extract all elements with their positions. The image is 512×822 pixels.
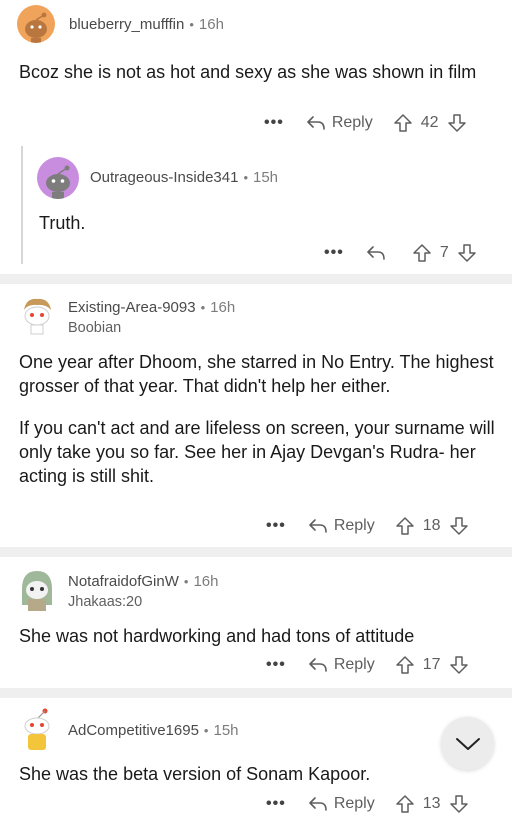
comment-author[interactable]: Existing-Area-9093 (68, 299, 196, 316)
comment-1: blueberry_mufffin • 16h Bcoz she is not … (0, 0, 512, 145)
vote-count: 7 (439, 244, 449, 261)
comment-3: Existing-Area-9093 • 16h Boobian One yea… (0, 284, 512, 546)
reply-label: Reply (331, 114, 373, 131)
yellow-shirt-snoo-avatar[interactable] (16, 706, 58, 752)
downvote-icon[interactable] (449, 794, 469, 814)
comment-time: 15h (213, 722, 239, 739)
comment-actions: ••• Reply 18 (266, 516, 469, 536)
reply-label: Reply (333, 656, 375, 673)
downvote-icon[interactable] (449, 655, 469, 675)
reply-arrow-icon (307, 116, 325, 130)
reply-button[interactable] (366, 244, 392, 262)
comment-author[interactable]: NotafraidofGinW (68, 573, 179, 590)
comment-paragraph: Bcoz she is not as hot and sexy as she w… (19, 62, 477, 82)
reply-arrow-icon (309, 519, 327, 533)
chevron-down-icon (455, 737, 480, 750)
separator-dot: • (200, 300, 206, 315)
downvote-icon[interactable] (457, 243, 477, 263)
comment-actions: ••• Reply 17 (266, 655, 469, 675)
comment-body: She was the beta version of Sonam Kapoor… (19, 762, 439, 786)
comment-separator (0, 688, 512, 698)
reply-button[interactable]: Reply (308, 656, 375, 674)
separator-dot: • (243, 170, 248, 185)
vote-controls: 42 (393, 113, 467, 133)
upvote-icon[interactable] (393, 113, 413, 133)
more-options-button[interactable]: ••• (324, 244, 344, 262)
comment-actions: ••• Reply 42 (264, 113, 467, 133)
more-options-button[interactable]: ••• (264, 114, 284, 132)
vote-controls: 18 (395, 516, 469, 536)
comment-paragraph: One year after Dhoom, she starred in No … (19, 352, 494, 396)
comment-paragraph: She was the beta version of Sonam Kapoor… (19, 764, 371, 784)
comment-author[interactable]: AdCompetitive1695 (68, 722, 199, 739)
comment-author[interactable]: Outrageous-Inside341 (90, 169, 238, 186)
separator-dot: • (203, 723, 209, 738)
comment-body: One year after Dhoom, she starred in No … (19, 350, 499, 488)
comment-time: 16h (193, 573, 219, 590)
comment-actions: ••• Reply 13 (266, 794, 469, 814)
comment-body: Truth. (39, 211, 489, 235)
user-flair: Boobian (68, 320, 122, 336)
comment-paragraph: She was not hardworking and had tons of … (19, 626, 415, 646)
vote-count: 42 (420, 114, 439, 131)
snoo-icon (24, 708, 50, 750)
comment-time: 15h (253, 169, 279, 186)
snoo-icon (25, 12, 47, 43)
comment-2: Outrageous-Inside341 • 15h Truth. ••• 7 (0, 145, 512, 275)
more-options-button[interactable]: ••• (266, 795, 286, 813)
comment-author[interactable]: blueberry_mufffin (69, 16, 184, 33)
snoo-icon (24, 298, 51, 335)
scroll-down-button[interactable] (441, 717, 494, 770)
snoo-icon (46, 165, 70, 199)
comment-paragraph: If you can't act and are lifeless on scr… (19, 418, 495, 486)
vote-count: 17 (422, 656, 441, 673)
comment-separator (0, 547, 512, 557)
vote-controls: 13 (395, 794, 469, 814)
orange-snoo-avatar[interactable] (17, 5, 55, 43)
reply-button[interactable]: Reply (306, 114, 373, 132)
vote-count: 18 (422, 517, 441, 534)
vote-controls: 17 (395, 655, 469, 675)
comment-actions: ••• 7 (324, 243, 477, 263)
more-options-button[interactable]: ••• (266, 517, 286, 535)
user-flair: Jhakaas:20 (68, 594, 143, 610)
more-options-button[interactable]: ••• (266, 656, 286, 674)
snoo-icon (22, 571, 52, 611)
reply-arrow-icon (367, 246, 385, 260)
reply-button[interactable]: Reply (308, 517, 375, 535)
upvote-icon[interactable] (395, 655, 415, 675)
upvote-icon[interactable] (412, 243, 432, 263)
vote-controls: 7 (412, 243, 477, 263)
upvote-icon[interactable] (395, 794, 415, 814)
comment-body: Bcoz she is not as hot and sexy as she w… (19, 60, 499, 84)
separator-dot: • (183, 574, 189, 589)
downvote-icon[interactable] (447, 113, 467, 133)
purple-snoo-avatar[interactable] (37, 157, 79, 199)
comment-4: NotafraidofGinW • 16h Jhakaas:20 She was… (0, 557, 512, 688)
comment-paragraph: Truth. (39, 213, 86, 233)
comment-time: 16h (210, 299, 236, 316)
comment-time: 16h (198, 16, 224, 33)
curly-hair-snoo-avatar[interactable] (16, 294, 58, 336)
reply-arrow-icon (309, 797, 327, 811)
comment-body: She was not hardworking and had tons of … (19, 624, 499, 648)
upvote-icon[interactable] (395, 516, 415, 536)
hooded-snoo-avatar[interactable] (16, 567, 58, 613)
reply-label: Reply (333, 517, 375, 534)
comment-separator (0, 274, 512, 284)
reply-button[interactable]: Reply (308, 795, 375, 813)
downvote-icon[interactable] (449, 516, 469, 536)
reply-label: Reply (333, 795, 375, 812)
separator-dot: • (189, 17, 194, 32)
comment-5: AdCompetitive1695 • 15h She was the beta… (0, 698, 512, 822)
reply-arrow-icon (309, 658, 327, 672)
vote-count: 13 (422, 795, 441, 812)
